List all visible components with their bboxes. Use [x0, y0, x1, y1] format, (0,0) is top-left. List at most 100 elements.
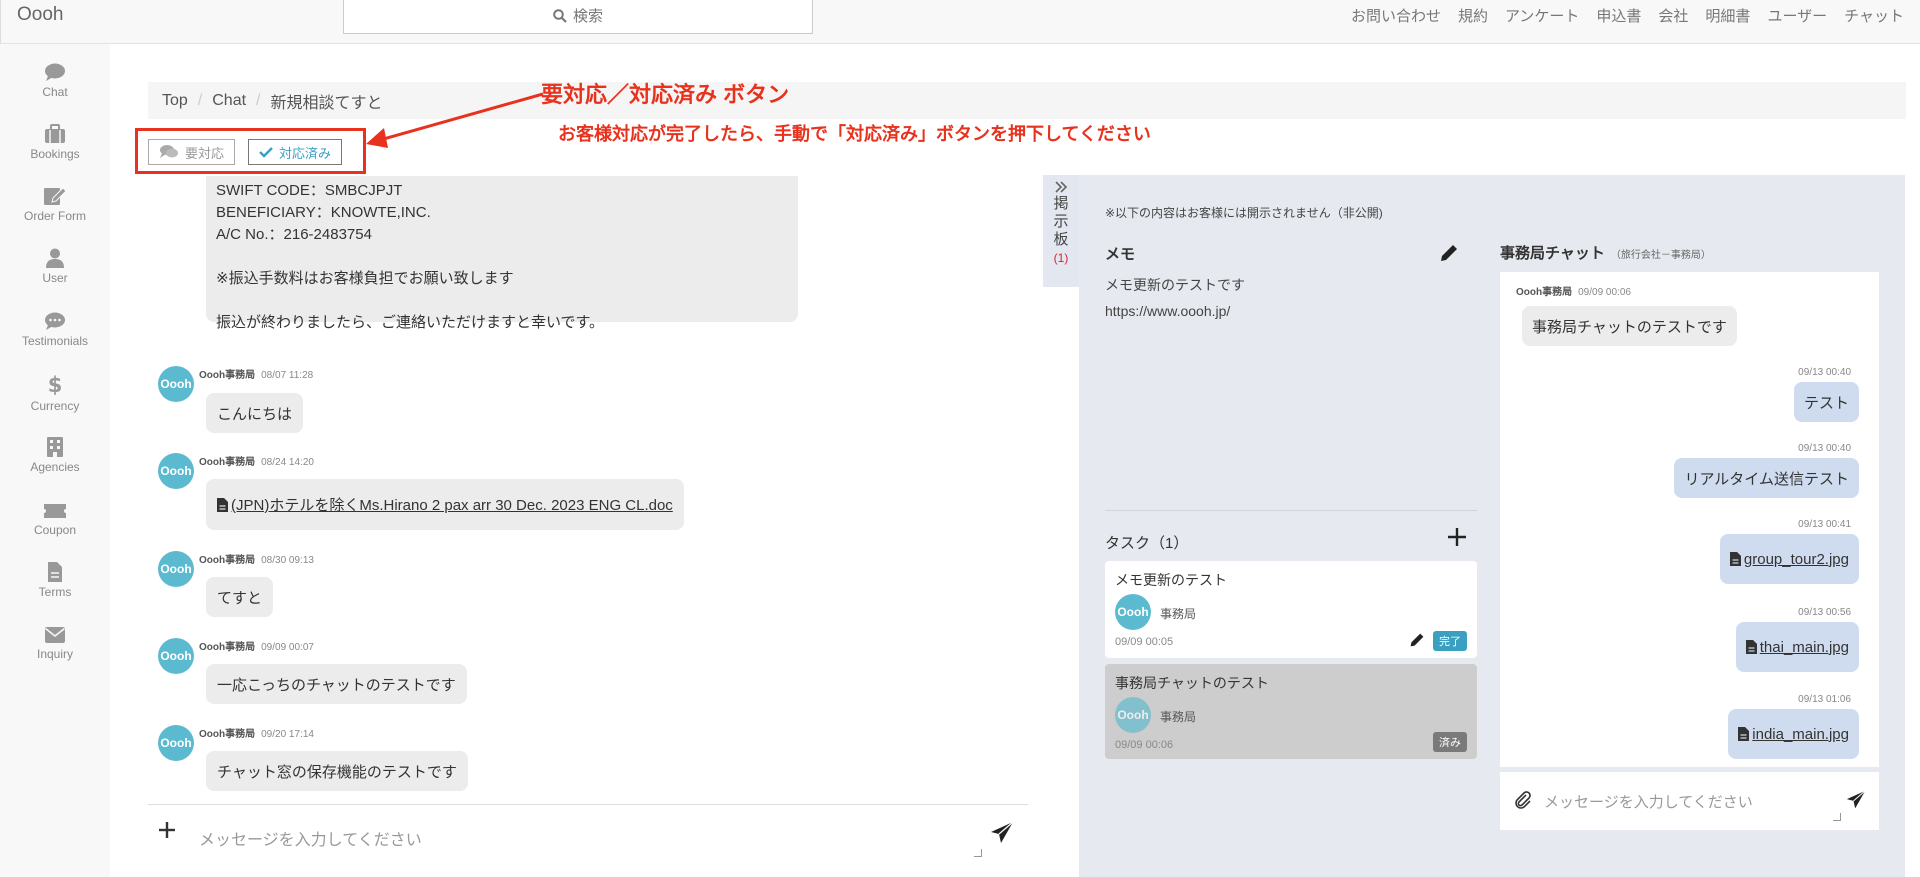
message-time: 09/09 00:06: [1578, 287, 1631, 298]
need-response-label: 要対応: [185, 145, 225, 161]
sidebar-item-label: Coupon: [33, 523, 77, 537]
search-label: 検索: [572, 8, 603, 25]
private-notice: ※以下の内容はお客様には開示されません（非公開): [1105, 206, 1383, 220]
comments-icon: [159, 144, 179, 160]
nav-company[interactable]: 会社: [1658, 5, 1688, 26]
file-attachment-link[interactable]: (JPN)ホテルを除くMs.Hirano 2 pax arr 30 Dec. 2…: [231, 494, 673, 515]
memo-content: メモ更新のテストです https://www.oooh.jp/: [1105, 272, 1245, 324]
message-time: 08/07 11:28: [261, 370, 314, 381]
nav-survey[interactable]: アンケート: [1505, 5, 1579, 26]
memo-link[interactable]: https://www.oooh.jp/: [1105, 298, 1245, 324]
task-complete-badge[interactable]: 完了: [1433, 631, 1467, 651]
avatar: Oooh: [1115, 594, 1151, 630]
message-line: A/C No.：216-2483754: [216, 226, 372, 243]
file-attachment-link[interactable]: india_main.jpg: [1752, 726, 1849, 743]
chat-composer: メッセージを入力してください: [148, 804, 1028, 864]
office-chat-thread: Oooh事務局 09/09 00:06 事務局チャットのテストです 09/13 0…: [1500, 272, 1879, 767]
nav-statement[interactable]: 明細書: [1705, 5, 1750, 26]
sidebar-item-bookings[interactable]: Bookings: [0, 124, 110, 161]
message-meta: Oooh事務局 09/09 00:07: [199, 638, 314, 653]
breadcrumb-separator: /: [256, 91, 261, 109]
message-bubble: テスト: [1793, 382, 1859, 422]
sidebar-item-terms[interactable]: Terms: [0, 562, 110, 599]
need-response-button[interactable]: 要対応: [148, 139, 236, 165]
envelope-icon: [0, 626, 110, 644]
sidebar-item-currency[interactable]: $ Currency: [0, 374, 110, 413]
sidebar-item-agencies[interactable]: Agencies: [0, 437, 110, 474]
annotation-arrow: [366, 92, 544, 148]
paperclip-icon[interactable]: [1514, 791, 1532, 809]
briefcase-icon: [0, 124, 110, 144]
brand-logo[interactable]: Oooh: [17, 4, 63, 26]
add-task-plus-icon[interactable]: [1447, 527, 1467, 547]
sidebar-item-label: Inquiry: [36, 647, 74, 661]
office-chat-subtitle: （旅行会社－事務局）: [1610, 250, 1711, 261]
breadcrumb-chat[interactable]: Chat: [212, 92, 246, 110]
resize-handle[interactable]: [1833, 813, 1841, 821]
send-icon[interactable]: [1846, 790, 1866, 810]
message-bubble: 事務局チャットのテストです: [1522, 306, 1737, 346]
message-time: 08/24 14:20: [261, 457, 314, 468]
sidebar-item-label: Bookings: [30, 147, 80, 161]
task-assignee: 事務局: [1160, 607, 1197, 621]
chat-thread: SWIFT CODE：SMBCJPJT BENEFICIARY：KNOWTE,I…: [148, 176, 1028, 804]
message-bubble: てすと: [206, 577, 274, 617]
sidebar-item-label: User: [42, 271, 68, 285]
order-form-icon: [0, 186, 110, 206]
sidebar-item-testimonials[interactable]: Testimonials: [0, 311, 110, 348]
task-card[interactable]: 事務局チャットのテスト Oooh 事務局 09/09 00:06 済み: [1105, 664, 1477, 759]
sidebar-item-label: Chat: [42, 85, 68, 99]
nav-application[interactable]: 申込書: [1596, 5, 1641, 26]
message-text: テスト: [1803, 394, 1849, 412]
memo-edit-pencil-icon[interactable]: [1439, 243, 1459, 263]
file-attachment-link[interactable]: thai_main.jpg: [1760, 639, 1849, 656]
message-time: 09/20 17:14: [261, 729, 314, 740]
message-sender: Oooh事務局: [199, 729, 256, 740]
avatar: Oooh: [158, 453, 194, 489]
board-count: (1): [1053, 251, 1069, 265]
nav-chat[interactable]: チャット: [1844, 5, 1904, 26]
attach-plus-icon[interactable]: [158, 821, 176, 839]
building-icon: [0, 437, 110, 457]
testimonials-icon: [0, 311, 110, 331]
office-chat-title: 事務局チャット （旅行会社－事務局）: [1500, 242, 1711, 263]
sidebar: Chat Bookings Order Form User Testimonia…: [0, 44, 110, 877]
memo-title: メモ: [1105, 246, 1136, 263]
responded-button[interactable]: 対応済み: [248, 139, 343, 165]
board-toggle-tab[interactable]: 掲 示 板 (1): [1043, 175, 1079, 287]
message-time: 09/13 00:40: [1798, 443, 1851, 454]
message-input[interactable]: メッセージを入力してください: [199, 826, 422, 850]
avatar: Oooh: [158, 725, 194, 761]
file-attachment-link[interactable]: group_tour2.jpg: [1744, 551, 1849, 568]
message-bubble: (JPN)ホテルを除くMs.Hirano 2 pax arr 30 Dec. 2…: [206, 479, 684, 530]
sidebar-item-user[interactable]: User: [0, 248, 110, 285]
message-text: チャット窓の保存機能のテストです: [217, 763, 457, 781]
nav-users[interactable]: ユーザー: [1767, 5, 1827, 26]
search-button[interactable]: 検索: [343, 0, 813, 34]
sidebar-item-chat[interactable]: Chat: [0, 62, 110, 99]
message-line: SWIFT CODE：SMBCJPJT: [216, 182, 403, 199]
message-sender: Oooh事務局: [1516, 287, 1573, 298]
message-meta: Oooh事務局 09/09 00:06: [1516, 283, 1631, 298]
sidebar-item-label: Testimonials: [21, 334, 89, 348]
office-message-input[interactable]: メッセージを入力してください: [1544, 791, 1753, 812]
send-icon[interactable]: [990, 821, 1014, 845]
document-icon: [0, 562, 110, 582]
nav-terms[interactable]: 規約: [1458, 5, 1488, 26]
file-icon: [1745, 640, 1757, 654]
breadcrumb-top[interactable]: Top: [162, 92, 188, 110]
message-time: 09/13 00:40: [1798, 367, 1851, 378]
resize-handle[interactable]: [974, 849, 982, 857]
message-bubble: group_tour2.jpg: [1719, 534, 1859, 584]
nav-inquiry[interactable]: お問い合わせ: [1351, 5, 1441, 26]
sidebar-item-order-form[interactable]: Order Form: [0, 186, 110, 223]
avatar: Oooh: [158, 366, 194, 402]
board-panel: ※以下の内容はお客様には開示されません（非公開) メモ メモ更新のテストです h…: [1079, 175, 1905, 877]
task-card[interactable]: メモ更新のテスト Oooh 事務局 09/09 00:05 完了: [1105, 561, 1477, 658]
svg-text:$: $: [48, 374, 62, 396]
sidebar-item-coupon[interactable]: Coupon: [0, 502, 110, 537]
message-text: 事務局チャットのテストです: [1532, 318, 1727, 336]
task-edit-pencil-icon[interactable]: [1409, 632, 1425, 648]
dollar-icon: $: [0, 374, 110, 396]
sidebar-item-inquiry[interactable]: Inquiry: [0, 626, 110, 661]
